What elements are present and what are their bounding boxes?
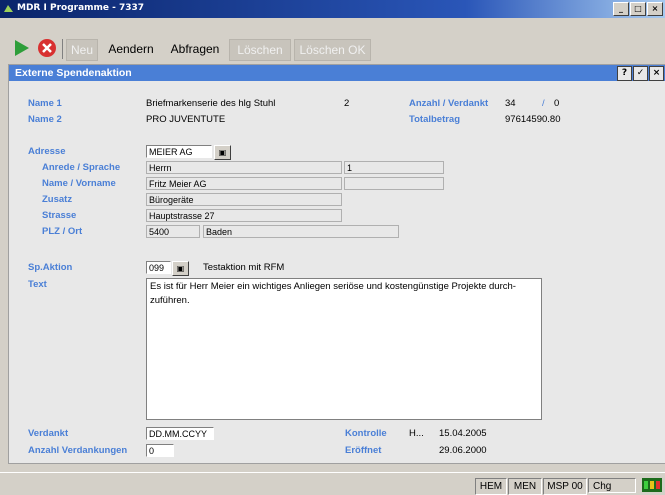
panel-header-buttons: ? ✓ × bbox=[616, 66, 664, 81]
text-line-2: zuführen. bbox=[150, 295, 190, 306]
text-area[interactable]: Es ist für Herr Meier ein wichtiges Anli… bbox=[146, 278, 542, 420]
query-button[interactable]: Abfragen bbox=[167, 39, 223, 59]
sp-aktion-label: Sp.Aktion bbox=[28, 262, 73, 273]
anzahl-verdankungen-input[interactable]: 0 bbox=[146, 444, 174, 457]
status-cell-msp: MSP 00 bbox=[543, 478, 587, 495]
statusbar: HEM MEN MSP 00 Chg bbox=[0, 472, 665, 495]
help-button[interactable]: ? bbox=[617, 66, 632, 81]
maximize-button[interactable]: □ bbox=[630, 2, 646, 16]
adresse-label: Adresse bbox=[28, 146, 66, 157]
zusatz-label: Zusatz bbox=[42, 194, 73, 205]
panel-title: Externe Spendenaktion bbox=[15, 67, 132, 79]
minimize-button[interactable]: _ bbox=[613, 2, 629, 16]
anzahl-separator: / bbox=[542, 98, 545, 109]
anrede-label: Anrede / Sprache bbox=[42, 162, 121, 173]
anrede-field[interactable]: Herrn bbox=[146, 161, 342, 174]
verdankt-value: 0 bbox=[554, 98, 560, 109]
total-label: Totalbetrag bbox=[409, 114, 461, 125]
delete-button[interactable]: Löschen bbox=[229, 39, 291, 61]
window-title: MDR I Programme - 7337 bbox=[17, 3, 145, 13]
vorname-field[interactable] bbox=[344, 177, 444, 190]
name2-value: PRO JUVENTUTE bbox=[146, 114, 226, 125]
ort-field[interactable]: Baden bbox=[203, 225, 399, 238]
delete-ok-button[interactable]: Löschen OK bbox=[294, 39, 371, 61]
name1-value: Briefmarkenserie des hlg Stuhl bbox=[146, 98, 276, 109]
toolbar: Neu Aendern Abfragen Löschen Löschen OK bbox=[0, 30, 665, 61]
anzahl-verdankt-label: Anzahl / Verdankt bbox=[409, 98, 489, 109]
status-cell-hem: HEM bbox=[475, 478, 507, 495]
status-cell-chg: Chg bbox=[588, 478, 636, 493]
eroeffnet-label: Eröffnet bbox=[345, 445, 382, 456]
verdankt-label: Verdankt bbox=[28, 428, 69, 439]
adresse-input[interactable]: MEIER AG bbox=[146, 145, 212, 158]
eroeffnet-date: 29.06.2000 bbox=[439, 445, 487, 456]
panel-header: Externe Spendenaktion ? ✓ × bbox=[9, 65, 665, 81]
new-button[interactable]: Neu bbox=[66, 39, 98, 61]
form-panel: Externe Spendenaktion ? ✓ × Name 1 Brief… bbox=[8, 64, 665, 464]
kontrolle-date: 15.04.2005 bbox=[439, 428, 487, 439]
anzahl-verdankungen-label: Anzahl Verdankungen bbox=[28, 445, 128, 456]
name1-label: Name 1 bbox=[28, 98, 62, 109]
sp-aktion-description: Testaktion mit RFM bbox=[203, 262, 285, 273]
sprache-field[interactable]: 1 bbox=[344, 161, 444, 174]
edit-button[interactable]: Aendern bbox=[103, 39, 159, 59]
zusatz-field[interactable]: Bürogeräte bbox=[146, 193, 342, 206]
status-cell-men: MEN bbox=[508, 478, 542, 495]
name-vorname-label: Name / Vorname bbox=[42, 178, 116, 189]
close-window-button[interactable]: × bbox=[647, 2, 663, 16]
close-panel-button[interactable]: × bbox=[649, 66, 664, 81]
plz-field[interactable]: 5400 bbox=[146, 225, 200, 238]
play-icon[interactable] bbox=[14, 39, 30, 57]
confirm-button[interactable]: ✓ bbox=[633, 66, 648, 81]
name1-number: 2 bbox=[344, 98, 350, 109]
status-light-icon bbox=[642, 478, 662, 492]
stop-icon[interactable] bbox=[38, 39, 56, 57]
sp-aktion-input[interactable]: 099 bbox=[146, 261, 171, 274]
toolbar-separator bbox=[62, 39, 63, 59]
plz-ort-label: PLZ / Ort bbox=[42, 226, 83, 237]
name2-label: Name 2 bbox=[28, 114, 62, 125]
verdankt-date-input[interactable]: DD.MM.CCYY bbox=[146, 427, 214, 440]
strasse-field[interactable]: Hauptstrasse 27 bbox=[146, 209, 342, 222]
binoculars-icon[interactable]: ▣ bbox=[172, 261, 189, 276]
kontrolle-user: H... bbox=[409, 428, 424, 439]
window-controls: _ □ × bbox=[612, 2, 663, 16]
total-value: 97614590.80 bbox=[505, 114, 561, 125]
kontrolle-label: Kontrolle bbox=[345, 428, 387, 439]
anzahl-value: 34 bbox=[505, 98, 516, 109]
text-label: Text bbox=[28, 279, 47, 290]
binoculars-icon[interactable]: ▣ bbox=[214, 145, 231, 160]
strasse-label: Strasse bbox=[42, 210, 77, 221]
window-titlebar: MDR I Programme - 7337 _ □ × bbox=[0, 0, 665, 18]
text-line-1: Es ist für Herr Meier ein wichtiges Anli… bbox=[150, 281, 516, 292]
app-icon bbox=[4, 5, 13, 12]
name-field[interactable]: Fritz Meier AG bbox=[146, 177, 342, 190]
